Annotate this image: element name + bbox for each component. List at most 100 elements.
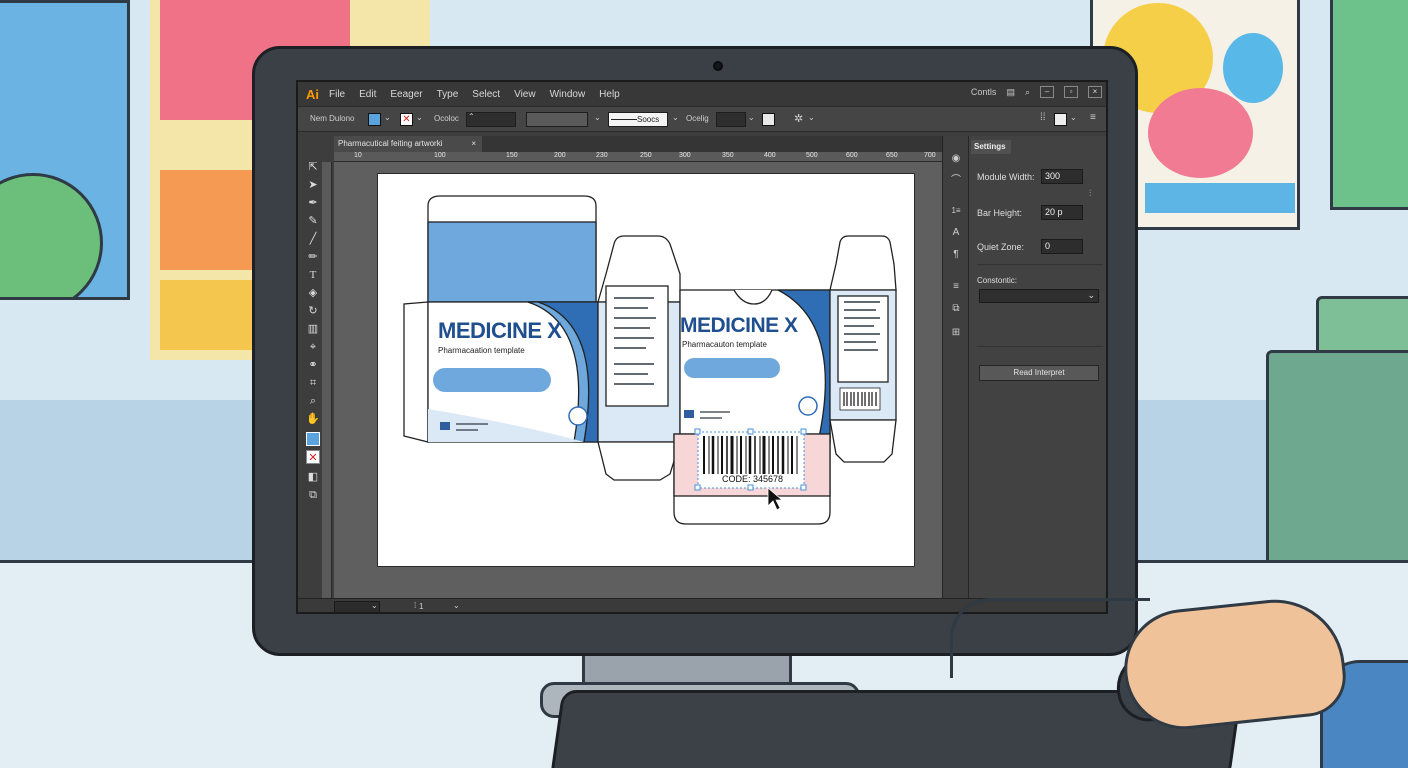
menu-type[interactable]: Type <box>437 89 459 100</box>
transform-dropdown-icon[interactable]: ⌄ <box>1070 113 1077 128</box>
artboard[interactable]: MEDICINE X Pharmacaation template MEDICI… <box>377 173 915 567</box>
app-logo: Ai <box>306 86 319 102</box>
canvas[interactable]: MEDICINE X Pharmacaation template MEDICI… <box>334 162 942 598</box>
ruler-mark: 500 <box>806 152 818 159</box>
ruler-mark: 200 <box>554 152 566 159</box>
draw-mode-icon[interactable]: ◧ <box>306 470 320 484</box>
barcode-bars <box>703 436 798 474</box>
front-brand-title: MEDICINE X <box>438 318 562 343</box>
ruler-mark: 250 <box>640 152 652 159</box>
style-swatch[interactable] <box>762 113 775 126</box>
selection-tool-icon[interactable]: ⇱ <box>306 160 320 174</box>
page-number[interactable]: 1 <box>419 602 423 611</box>
eraser-tool-icon[interactable]: ◈ <box>306 286 320 300</box>
close-button[interactable]: × <box>1088 86 1102 98</box>
maximize-button[interactable]: ▫ <box>1064 86 1078 98</box>
hand-tool-icon[interactable]: ✋ <box>306 412 320 426</box>
side-panel-2-label <box>837 295 889 383</box>
stroke-weight-spin-icon[interactable]: ⌃ <box>468 112 475 127</box>
gradient-tool-icon[interactable]: ▥ <box>306 322 320 336</box>
line-tool-icon[interactable]: ╱ <box>306 232 320 246</box>
type-tool-icon[interactable]: T <box>306 268 320 282</box>
read-interpret-button[interactable]: Read Interpret <box>979 365 1099 381</box>
paragraph-panel-icon[interactable]: ¶ <box>949 248 963 262</box>
brush-dropdown-icon[interactable]: ⌄ <box>672 113 679 128</box>
ruler-mark: 150 <box>506 152 518 159</box>
object-type-label: Nem Dulono <box>310 114 355 123</box>
link-constrain-icon[interactable]: ⫶ <box>1089 188 1091 199</box>
stroke-swatch[interactable]: ✕ <box>400 113 413 126</box>
settings-tab[interactable]: Settings <box>971 140 1011 154</box>
opacity-dropdown-icon[interactable]: ⌄ <box>748 113 755 128</box>
dieline-artwork[interactable] <box>378 174 916 568</box>
side-barcode <box>839 387 881 411</box>
fill-color-icon[interactable] <box>306 432 320 446</box>
horizontal-ruler: 10 100 150 200 230 250 300 350 400 500 6… <box>334 152 942 162</box>
zoom-dropdown-icon[interactable]: ⌄ <box>371 601 378 610</box>
back-lung-icon <box>798 396 818 416</box>
paintbrush-tool-icon[interactable]: ✏ <box>306 250 320 264</box>
color-panel-icon[interactable]: ◉ <box>949 152 963 166</box>
bar-height-input[interactable]: 20 p <box>1041 205 1083 220</box>
align-icon[interactable]: ⁞⁞ <box>1040 112 1046 127</box>
fill-dropdown-icon[interactable]: ⌄ <box>384 113 391 128</box>
character-panel-icon[interactable]: A <box>949 226 963 240</box>
document-tab-close-icon[interactable]: × <box>471 136 476 152</box>
variable-width-field[interactable] <box>526 112 588 127</box>
ruler-mark: 600 <box>846 152 858 159</box>
menu-window[interactable]: Window <box>550 89 586 100</box>
stroke-dropdown-icon[interactable]: ⌄ <box>416 113 423 128</box>
ruler-mark: 100 <box>434 152 446 159</box>
bar-height-label: Bar Height: <box>977 208 1023 218</box>
menu-object[interactable]: Eeager <box>390 89 422 100</box>
side-flap-bottom-2 <box>829 419 897 463</box>
document-tab[interactable]: Pharmacutical feiting artworki × <box>334 136 482 152</box>
brush-value: Soocs <box>637 115 660 124</box>
gear-dropdown-icon[interactable]: ⌄ <box>808 113 815 128</box>
rotate-tool-icon[interactable]: ↻ <box>306 304 320 318</box>
variable-width-dropdown-icon[interactable]: ⌄ <box>594 113 601 128</box>
opacity-field[interactable] <box>716 112 746 127</box>
back-logo-mark <box>684 410 694 418</box>
artboards-panel-icon[interactable]: ⧉ <box>949 302 963 316</box>
quiet-zone-input[interactable]: 0 <box>1041 239 1083 254</box>
workspace-switcher[interactable]: Contls <box>971 87 997 97</box>
links-panel-icon[interactable]: ⊞ <box>949 326 963 340</box>
zoom-tool-icon[interactable]: ⌕ <box>306 394 320 408</box>
settings-gear-icon[interactable]: ✲ <box>794 112 803 127</box>
fill-swatch[interactable] <box>368 113 381 126</box>
top-flap-blue <box>427 221 597 303</box>
brushes-panel-icon[interactable]: ⌒ <box>949 174 963 188</box>
search-icon[interactable]: ⌕ <box>1025 87 1030 98</box>
curvature-tool-icon[interactable]: ✎ <box>306 214 320 228</box>
minimize-button[interactable]: – <box>1040 86 1054 98</box>
layers-panel-icon[interactable]: ≡ <box>949 280 963 294</box>
menu-help[interactable]: Help <box>599 89 620 100</box>
ruler-mark: 400 <box>764 152 776 159</box>
stroke-color-icon[interactable]: ✕ <box>306 450 320 464</box>
artboard-tool-icon[interactable]: ⌗ <box>306 376 320 390</box>
menu-select[interactable]: Select <box>472 89 500 100</box>
first-page-icon[interactable]: ⁞ <box>414 601 416 610</box>
menu-view[interactable]: View <box>514 89 536 100</box>
transform-icon[interactable] <box>1054 113 1067 126</box>
constraint-select[interactable]: ⌄ <box>979 289 1099 303</box>
ruler-mark: 300 <box>679 152 691 159</box>
front-subtitle: Pharmacaation template <box>438 346 525 355</box>
panel-menu-icon[interactable]: ≡ <box>1090 112 1096 127</box>
blend-tool-icon[interactable]: ⚭ <box>306 358 320 372</box>
eyedropper-tool-icon[interactable]: ⌖ <box>306 340 320 354</box>
direct-selection-tool-icon[interactable]: ➤ <box>306 178 320 192</box>
chevron-down-icon: ⌄ <box>1087 290 1095 300</box>
pen-tool-icon[interactable]: ✒ <box>306 196 320 210</box>
page-dropdown-icon[interactable]: ⌄ <box>453 601 460 610</box>
module-width-input[interactable]: 300 <box>1041 169 1083 184</box>
window-controls: Contls ▤ ⌕ – ▫ × <box>971 86 1102 98</box>
glue-tab <box>403 301 429 443</box>
menu-edit[interactable]: Edit <box>359 89 376 100</box>
document-tab-bar: Pharmacutical feiting artworki × <box>334 136 942 152</box>
screen-mode-icon[interactable]: ⧉ <box>306 488 320 502</box>
menu-file[interactable]: File <box>329 89 345 100</box>
arrange-icon[interactable]: ▤ <box>1006 87 1015 98</box>
stroke-panel-icon[interactable]: 1≡ <box>949 204 963 218</box>
